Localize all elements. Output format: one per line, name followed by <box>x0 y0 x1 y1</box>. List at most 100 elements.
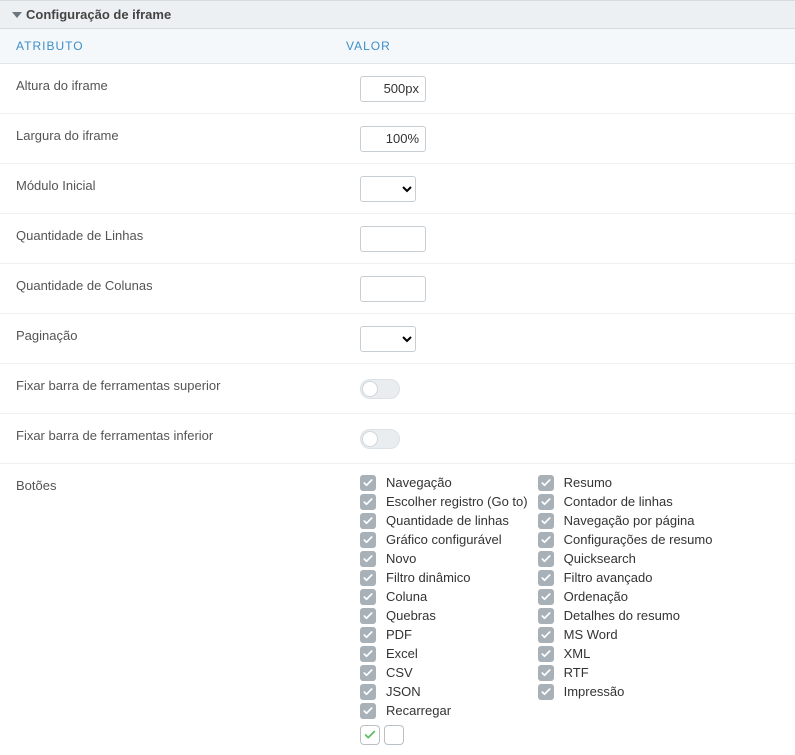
row-iframe-height: Altura do iframe <box>0 64 795 114</box>
checkbox-label: Recarregar <box>386 703 451 718</box>
checkbox-item: MS Word <box>538 626 713 643</box>
checkbox[interactable] <box>360 475 376 491</box>
check-icon <box>362 591 374 603</box>
checkbox-item: CSV <box>360 664 528 681</box>
check-icon <box>362 629 374 641</box>
panel-header[interactable]: Configuração de iframe <box>0 0 795 29</box>
row-buttons: Botões Navegação Escolher registro (Go to… <box>0 464 795 755</box>
checkbox-label: Filtro dinâmico <box>386 570 471 585</box>
checkbox-item: Quebras <box>360 607 528 624</box>
checkbox-label: Quantidade de linhas <box>386 513 509 528</box>
checkbox-label: CSV <box>386 665 413 680</box>
row-pagination: Paginação <box>0 314 795 364</box>
checkbox[interactable] <box>360 665 376 681</box>
checkbox[interactable] <box>538 475 554 491</box>
row-rows-count: Quantidade de Linhas <box>0 214 795 264</box>
label-iframe-width: Largura do iframe <box>0 124 330 153</box>
checkbox[interactable] <box>538 646 554 662</box>
checkbox[interactable] <box>538 627 554 643</box>
checkbox-label: Contador de linhas <box>564 494 673 509</box>
checkbox[interactable] <box>360 646 376 662</box>
checkbox[interactable] <box>360 532 376 548</box>
input-iframe-width[interactable] <box>360 126 426 152</box>
checkbox-label: XML <box>564 646 591 661</box>
checkbox[interactable] <box>360 551 376 567</box>
row-cols-count: Quantidade de Colunas <box>0 264 795 314</box>
buttons-col-1: Navegação Escolher registro (Go to) Quanti… <box>360 474 528 719</box>
check-icon <box>540 477 552 489</box>
checkbox[interactable] <box>360 570 376 586</box>
checkbox-label: Configurações de resumo <box>564 532 713 547</box>
label-cols-count: Quantidade de Colunas <box>0 274 330 303</box>
input-iframe-height[interactable] <box>360 76 426 102</box>
input-rows-count[interactable] <box>360 226 426 252</box>
checkbox-item: Filtro dinâmico <box>360 569 528 586</box>
checkbox[interactable] <box>538 589 554 605</box>
input-cols-count[interactable] <box>360 276 426 302</box>
label-fix-top: Fixar barra de ferramentas superior <box>0 374 330 403</box>
buttons-col-2: ResumoContador de linhasNavegação por pá… <box>538 474 713 719</box>
checkbox[interactable] <box>360 703 376 719</box>
checkbox-label: Escolher registro (Go to) <box>386 494 528 509</box>
check-icon <box>362 610 374 622</box>
checkbox[interactable] <box>538 494 554 510</box>
checkbox[interactable] <box>360 589 376 605</box>
check-icon <box>362 686 374 698</box>
check-icon <box>362 705 374 717</box>
columns-header: ATRIBUTO VALOR <box>0 29 795 64</box>
toggle-knob <box>362 431 378 447</box>
check-icon <box>363 728 377 742</box>
panel-title: Configuração de iframe <box>26 7 171 22</box>
select-initial-module[interactable] <box>360 176 416 202</box>
checkbox[interactable] <box>360 684 376 700</box>
toggle-fix-bottom[interactable] <box>360 429 400 449</box>
toggle-fix-top[interactable] <box>360 379 400 399</box>
buttons-grid: Navegação Escolher registro (Go to) Quanti… <box>360 474 712 719</box>
deselect-all-checkbox[interactable] <box>384 725 404 745</box>
checkbox[interactable] <box>538 570 554 586</box>
label-fix-bottom: Fixar barra de ferramentas inferior <box>0 424 330 453</box>
checkbox-item: PDF <box>360 626 528 643</box>
checkbox-item: Filtro avançado <box>538 569 713 586</box>
checkbox[interactable] <box>360 494 376 510</box>
checkbox-item: Recarregar <box>360 702 528 719</box>
checkbox[interactable] <box>538 608 554 624</box>
check-icon <box>540 686 552 698</box>
checkbox-item: Gráfico configurável <box>360 531 528 548</box>
checkbox-label: Quicksearch <box>564 551 636 566</box>
check-icon <box>362 534 374 546</box>
checkbox-item: Configurações de resumo <box>538 531 713 548</box>
select-pagination[interactable] <box>360 326 416 352</box>
checkbox-item: Contador de linhas <box>538 493 713 510</box>
checkbox-label: Navegação por página <box>564 513 695 528</box>
checkbox-label: MS Word <box>564 627 618 642</box>
check-icon <box>362 553 374 565</box>
select-all-checkbox[interactable] <box>360 725 380 745</box>
checkbox-label: Novo <box>386 551 416 566</box>
check-icon <box>362 477 374 489</box>
checkbox-item: Excel <box>360 645 528 662</box>
checkbox[interactable] <box>538 684 554 700</box>
checkbox-item: Navegação <box>360 474 528 491</box>
checkbox-label: Gráfico configurável <box>386 532 502 547</box>
check-icon <box>540 667 552 679</box>
checkbox-label: RTF <box>564 665 589 680</box>
checkbox-item: Navegação por página <box>538 512 713 529</box>
checkbox-label: Coluna <box>386 589 427 604</box>
checkbox[interactable] <box>538 532 554 548</box>
checkbox-label: PDF <box>386 627 412 642</box>
checkbox-item: RTF <box>538 664 713 681</box>
checkbox[interactable] <box>538 665 554 681</box>
checkbox-label: Quebras <box>386 608 436 623</box>
checkbox-item: Detalhes do resumo <box>538 607 713 624</box>
checkbox[interactable] <box>360 608 376 624</box>
checkbox[interactable] <box>360 513 376 529</box>
checkbox-item: Quicksearch <box>538 550 713 567</box>
checkbox[interactable] <box>360 627 376 643</box>
collapse-icon <box>12 12 22 18</box>
check-icon <box>362 648 374 660</box>
label-buttons: Botões <box>0 474 330 745</box>
checkbox[interactable] <box>538 513 554 529</box>
check-icon <box>362 496 374 508</box>
checkbox[interactable] <box>538 551 554 567</box>
